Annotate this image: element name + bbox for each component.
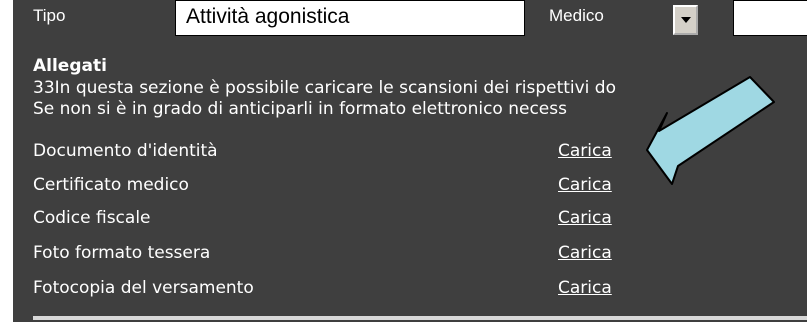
upload-link-codice-fiscale[interactable]: Carica [558, 205, 612, 231]
tipo-select-value: Attività agonistica [186, 5, 350, 28]
attachment-row-codice-fiscale: Codice fiscale Carica [33, 205, 793, 231]
tipo-select[interactable]: Attività agonistica [175, 0, 698, 36]
section-divider [33, 316, 807, 320]
allegati-description-line-2: Se non si è in grado di anticiparli in f… [33, 99, 567, 119]
tipo-label: Tipo [33, 6, 66, 25]
upload-link-foto[interactable]: Carica [558, 240, 612, 266]
attachment-label: Documento d'identità [33, 141, 218, 161]
allegati-title: Allegati [33, 56, 107, 76]
form-panel: Tipo Attività agonistica Medico Allegati… [13, 0, 807, 322]
attachment-label: Certificato medico [33, 175, 189, 195]
upload-link-certificato[interactable]: Carica [558, 172, 612, 198]
medico-label: Medico [549, 6, 604, 25]
upload-link-documento[interactable]: Carica [558, 138, 612, 164]
medico-input[interactable] [733, 0, 807, 36]
allegati-description-line-1: 33In questa sezione è possibile caricare… [33, 78, 616, 98]
dropdown-arrow-icon[interactable] [673, 5, 698, 35]
attachment-label: Foto formato tessera [33, 243, 211, 263]
attachment-row-documento: Documento d'identità Carica [33, 138, 793, 164]
attachment-row-certificato: Certificato medico Carica [33, 172, 793, 198]
attachment-row-versamento: Fotocopia del versamento Carica [33, 275, 793, 301]
attachment-label: Fotocopia del versamento [33, 278, 254, 298]
attachment-label: Codice fiscale [33, 208, 151, 228]
attachment-row-foto: Foto formato tessera Carica [33, 240, 793, 266]
form-top-row: Tipo Attività agonistica Medico [13, 0, 807, 42]
upload-link-versamento[interactable]: Carica [558, 275, 612, 301]
